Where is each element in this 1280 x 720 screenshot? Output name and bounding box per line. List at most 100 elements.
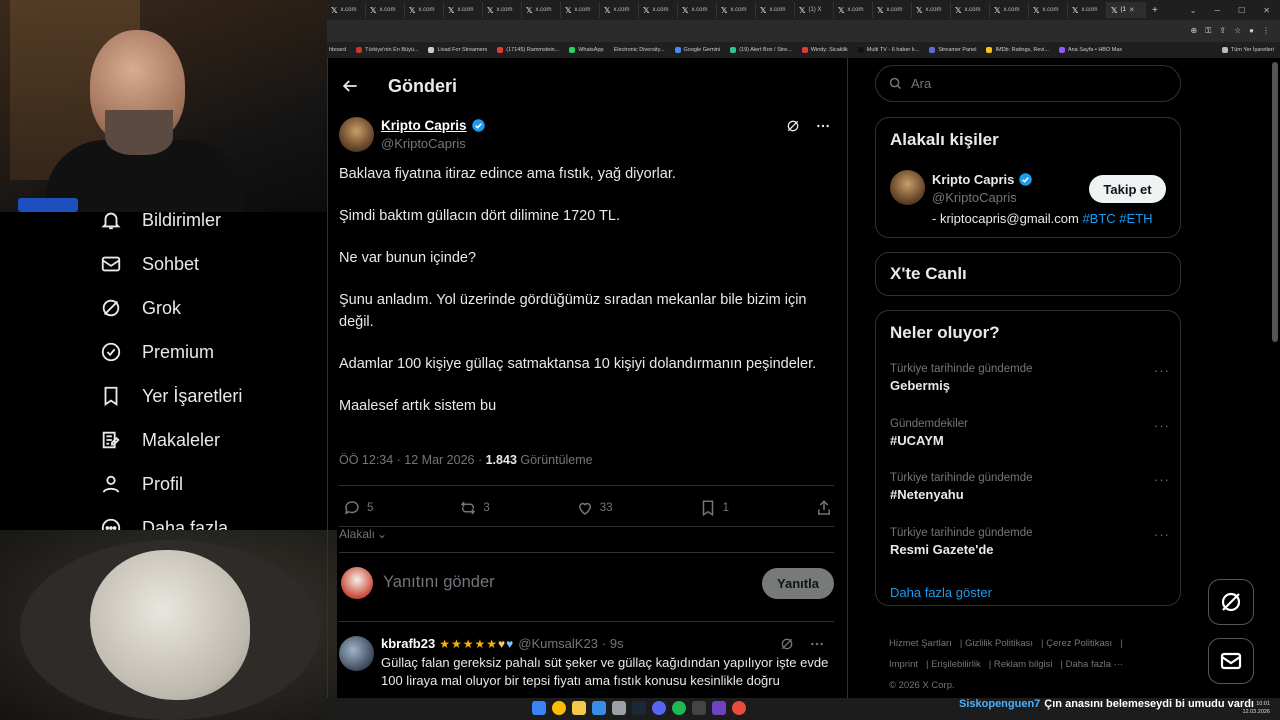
browser-tab[interactable]: 𝕏x.com [327,2,366,18]
file-explorer-icon[interactable] [572,701,586,715]
sort-relevance-dropdown[interactable]: Alakalı ⌄ [339,527,387,541]
footer-link[interactable]: Çerez Politikası [1046,638,1112,649]
bookmark-item[interactable]: Windy: Sicaklik [801,47,848,53]
related-avatar[interactable] [890,170,925,205]
footer-link[interactable]: Hizmet Şartları [889,638,952,649]
app-icon[interactable] [612,701,626,715]
back-arrow-icon[interactable] [340,76,360,96]
reply-input[interactable]: Yanıtını gönder [383,573,495,592]
browser-tab[interactable]: 𝕏x.com [912,2,951,18]
share-action[interactable] [815,499,833,517]
nav-premium[interactable]: Premium [100,341,214,363]
reply-author-handle[interactable]: @KumsalK23 [518,636,598,651]
user-avatar[interactable] [341,567,373,599]
live-on-x-card[interactable]: X'te Canlı [875,252,1181,296]
author-avatar[interactable] [339,117,374,152]
trend-item[interactable]: Türkiye tarihinde gündemde #Netenyahu ··… [890,472,1170,502]
all-bookmarks[interactable]: Tüm Yer İşaretleri [1221,47,1280,53]
reply-author-avatar[interactable] [339,636,374,671]
address-bar[interactable]: ⊕ ⚿ ⇪ ☆ ● ⋮ [327,20,1280,42]
bookmark-item[interactable]: Ana Sayfa • HBO Max [1058,47,1122,53]
spotify-icon[interactable] [672,701,686,715]
bookmark-item[interactable]: Türkiye'nin En Büyü... [356,47,418,53]
close-tab-icon[interactable]: ✕ [1129,6,1135,14]
browser-tab[interactable]: 𝕏x.com [1029,2,1068,18]
obs-icon[interactable] [732,701,746,715]
more-options-icon[interactable] [809,636,825,652]
nav-grok[interactable]: Grok [100,297,181,319]
browser-tab[interactable]: 𝕏x.com [990,2,1029,18]
bookmark-item[interactable]: IMDb: Ratings, Revi... [986,47,1049,53]
footer-link[interactable]: Erişilebilirlik [931,659,981,670]
trend-item[interactable]: Türkiye tarihinde gündemde Resmi Gazete'… [890,527,1170,557]
browser-tab[interactable]: 𝕏x.com [873,2,912,18]
bookmark-item[interactable]: WhatsApp [569,47,604,53]
follow-button[interactable]: Takip et [1089,175,1166,203]
grok-icon[interactable] [779,636,795,652]
author-name[interactable]: Kripto Capris [381,118,486,133]
maximize-icon[interactable]: ☐ [1238,6,1245,15]
related-name[interactable]: Kripto Capris [932,172,1033,187]
menu-dots-icon[interactable]: ⋮ [1262,26,1270,36]
search-input[interactable]: Ara [875,65,1181,102]
more-options-icon[interactable]: ··· [1154,418,1170,433]
bookmark-action[interactable]: 1 [699,499,729,517]
edge-icon[interactable] [592,701,606,715]
browser-tab[interactable]: 𝕏x.com [366,2,405,18]
password-key-icon[interactable]: ⚿ [1205,26,1211,36]
share-icon[interactable]: ⇪ [1219,26,1226,36]
author-handle[interactable]: @KriptoCapris [381,136,466,151]
post-timestamp[interactable]: ÖÖ 12:34 · 12 Mar 2026 · 1.843 Görüntüle… [339,453,593,467]
show-more-link[interactable]: Daha fazla göster [890,585,992,600]
zoom-icon[interactable]: ⊕ [1190,26,1197,36]
more-options-icon[interactable]: ··· [1154,527,1170,542]
browser-tab-active[interactable]: 𝕏 (1 ✕ [1107,2,1146,18]
profile-avatar-icon[interactable]: ● [1249,26,1254,36]
related-handle[interactable]: @KriptoCapris [932,190,1017,205]
minimize-icon[interactable]: ─ [1214,6,1220,15]
start-icon[interactable] [532,701,546,715]
browser-tab[interactable]: 𝕏x.com [444,2,483,18]
reply-button[interactable]: Yanıtla [762,568,834,599]
footer-link[interactable]: Daha fazla ··· [1066,659,1124,670]
browser-tab[interactable]: 𝕏x.com [639,2,678,18]
browser-tab[interactable]: 𝕏x.com [600,2,639,18]
browser-tab[interactable]: 𝕏x.com [1068,2,1107,18]
close-window-icon[interactable]: ✕ [1263,6,1270,15]
bookmark-item[interactable]: Livad For Streamers [428,47,487,53]
grok-icon[interactable] [785,118,801,134]
footer-link[interactable]: Gizlilik Politikası [965,638,1033,649]
bookmark-item[interactable]: (19) Alert Box / Stre... [730,47,792,53]
related-hashtags[interactable]: #BTC #ETH [1082,211,1152,226]
discord-icon[interactable] [652,701,666,715]
browser-tab[interactable]: 𝕏x.com [561,2,600,18]
browser-tab[interactable]: 𝕏x.com [756,2,795,18]
nav-chat[interactable]: Sohbet [100,253,199,275]
nav-profile[interactable]: Profil [100,473,183,495]
more-options-icon[interactable]: ··· [1154,363,1170,378]
reply-time[interactable]: · 9s [602,636,624,651]
star-icon[interactable]: ☆ [1234,26,1241,36]
more-options-icon[interactable]: ··· [1154,472,1170,487]
nav-notifications[interactable]: Bildirimler [100,209,221,231]
browser-tab[interactable]: 𝕏x.com [951,2,990,18]
browser-tab[interactable]: 𝕏x.com [834,2,873,18]
bookmark-item[interactable]: Multi TV - 6 haber k... [857,47,919,53]
tab-search-icon[interactable]: ⌄ [1190,6,1197,15]
bookmark-item[interactable]: (17145) Rammstein... [497,47,559,53]
bookmark-item[interactable]: Electronic Diversity... [614,47,665,53]
chrome-icon[interactable] [552,701,566,715]
like-action[interactable]: 33 [576,499,613,517]
footer-link[interactable]: Imprint [889,659,918,670]
messages-fab-button[interactable] [1208,638,1254,684]
reply-action[interactable]: 5 [343,499,373,517]
browser-tab[interactable]: 𝕏x.com [522,2,561,18]
browser-tab[interactable]: 𝕏 (1) X [795,2,834,18]
steam-icon[interactable] [632,701,646,715]
nav-articles[interactable]: Makaleler [100,429,220,451]
repost-action[interactable]: 3 [459,499,490,517]
bookmark-item[interactable]: Streamer Panel [929,47,976,53]
grok-fab-button[interactable] [1208,579,1254,625]
app-icon[interactable] [692,701,706,715]
bookmark-item[interactable]: Google Gemini [674,47,720,53]
